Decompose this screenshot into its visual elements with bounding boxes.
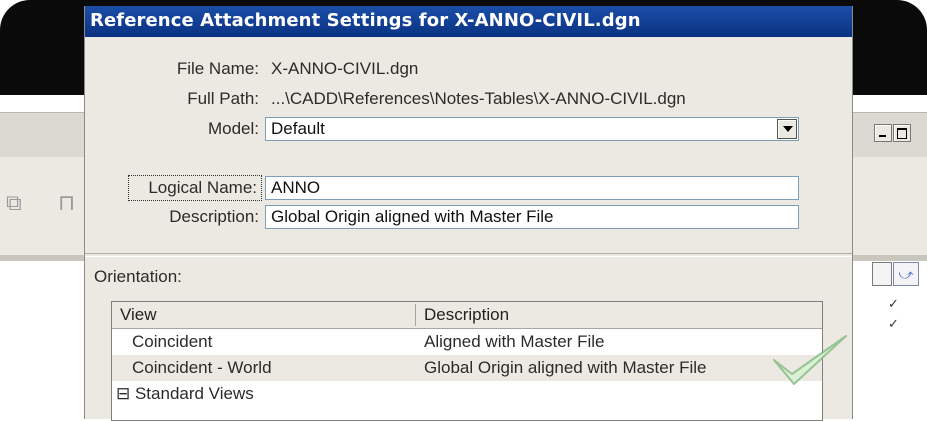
row-description: Aligned with Master File (424, 332, 605, 351)
row-description: Global Origin aligned with Master File (424, 358, 707, 377)
background-divider-right (850, 255, 927, 261)
logical-name-input[interactable]: ANNO (265, 176, 799, 200)
list-check-icon: ✓ (888, 296, 899, 311)
full-path-label: Full Path: (187, 89, 259, 108)
chevron-down-icon[interactable] (777, 119, 797, 139)
logical-name-value: ANNO (271, 178, 321, 197)
row-view: ⊟ Standard Views (116, 384, 254, 403)
table-row[interactable]: ⊟ Standard Views (112, 381, 822, 407)
dialog-titlebar[interactable]: Reference Attachment Settings for X-ANNO… (85, 6, 852, 37)
model-label: Model: (207, 119, 259, 138)
table-row[interactable]: Coincident Aligned with Master File (112, 329, 822, 355)
section-divider (85, 253, 852, 257)
toolbar-tool-icon[interactable]: ⧉ (6, 190, 22, 216)
column-header-description[interactable]: Description (424, 305, 509, 325)
background-toolbar-button[interactable] (872, 262, 892, 286)
table-row[interactable]: Coincident - World Global Origin aligned… (112, 355, 822, 381)
list-check-icon: ✓ (888, 316, 899, 331)
model-dropdown[interactable]: Default (265, 117, 799, 141)
row-view: Coincident - World (132, 358, 272, 377)
checkmark-icon (773, 335, 847, 385)
row-view: Coincident (132, 332, 213, 351)
model-value: Default (271, 119, 325, 138)
description-value: Global Origin aligned with Master File (271, 207, 554, 226)
logical-name-label: Logical Name: (128, 175, 262, 201)
background-divider-left (0, 255, 90, 261)
dialog-title: Reference Attachment Settings for X-ANNO… (90, 10, 641, 31)
background-toolbar-left (0, 112, 90, 158)
file-name-value: X-ANNO-CIVIL.dgn (271, 59, 419, 78)
description-input[interactable]: Global Origin aligned with Master File (265, 205, 799, 229)
orientation-table: View Description Coincident Aligned with… (111, 301, 823, 421)
background-panel-right (850, 157, 927, 255)
full-path-value: ...\CADD\References\Notes-Tables\X-ANNO-… (271, 89, 686, 108)
column-divider[interactable] (415, 304, 416, 326)
description-label: Description: (169, 207, 259, 226)
minimize-button[interactable] (874, 124, 892, 142)
attach-tool-icon[interactable]: ⤻ (893, 262, 919, 286)
column-header-view[interactable]: View (120, 305, 157, 325)
reference-attachment-settings-dialog: Reference Attachment Settings for X-ANNO… (84, 6, 853, 421)
toolbar-lock-icon[interactable]: ⊓ (58, 190, 75, 216)
file-name-label: File Name: (176, 59, 259, 78)
orientation-label: Orientation: (94, 267, 182, 286)
maximize-button[interactable] (893, 124, 911, 142)
table-header: View Description (112, 302, 822, 329)
